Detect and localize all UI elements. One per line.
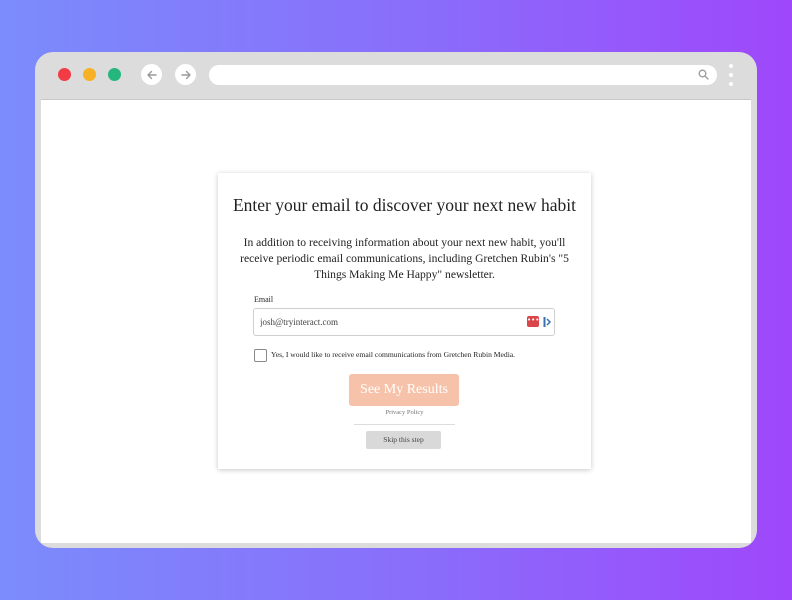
arrow-left-icon — [146, 70, 157, 79]
divider — [354, 424, 455, 425]
extension-icon[interactable] — [543, 316, 552, 328]
address-bar[interactable] — [209, 65, 717, 85]
arrow-right-icon — [180, 70, 191, 79]
form-description: In addition to receiving information abo… — [240, 236, 569, 281]
consent-checkbox[interactable] — [254, 349, 267, 362]
minimize-window-button[interactable] — [83, 68, 96, 81]
privacy-policy-link[interactable]: Privacy Policy — [218, 409, 591, 416]
email-label: Email — [254, 295, 274, 304]
skip-step-button[interactable]: Skip this step — [366, 431, 441, 449]
email-input[interactable] — [260, 314, 515, 330]
close-window-button[interactable] — [58, 68, 71, 81]
page-viewport: Enter your email to discover your next n… — [41, 99, 751, 543]
forward-button[interactable] — [175, 64, 196, 85]
password-manager-icon[interactable]: ••• — [527, 316, 539, 327]
kebab-menu-icon[interactable] — [728, 64, 734, 86]
back-button[interactable] — [141, 64, 162, 85]
email-field[interactable]: ••• — [253, 308, 555, 336]
see-results-button[interactable]: See My Results — [349, 374, 459, 406]
browser-window: Enter your email to discover your next n… — [35, 52, 757, 548]
maximize-window-button[interactable] — [108, 68, 121, 81]
browser-toolbar — [35, 52, 757, 99]
consent-label: Yes, I would like to receive email commu… — [271, 350, 516, 359]
email-capture-card: Enter your email to discover your next n… — [218, 173, 591, 469]
form-heading: Enter your email to discover your next n… — [232, 195, 577, 215]
search-icon — [698, 69, 709, 80]
